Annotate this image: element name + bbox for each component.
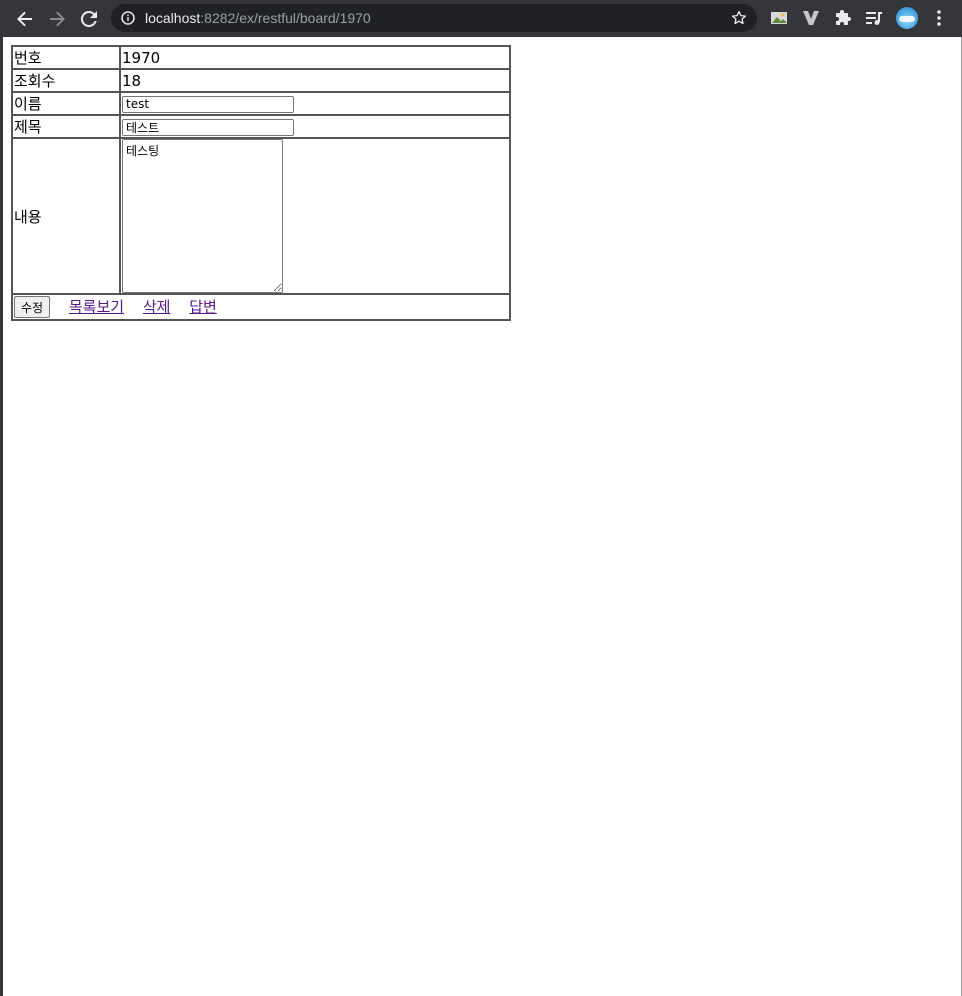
info-icon[interactable]	[121, 11, 135, 25]
content-textarea[interactable]: 테스팅	[122, 139, 283, 293]
title-input[interactable]	[122, 118, 294, 136]
delete-link[interactable]: 삭제	[143, 298, 171, 316]
hit-row: 조회수 18	[12, 69, 510, 92]
name-row: 이름	[12, 92, 510, 115]
hit-value: 18	[120, 69, 510, 92]
content-row: 내용 테스팅	[12, 138, 510, 294]
hit-label: 조회수	[12, 69, 120, 92]
list-link[interactable]: 목록보기	[69, 298, 124, 316]
num-label: 번호	[12, 46, 120, 69]
content-label: 내용	[12, 138, 120, 294]
modify-button[interactable]: 수정	[14, 296, 51, 318]
profile-avatar[interactable]	[896, 7, 918, 29]
reload-icon[interactable]	[76, 6, 102, 32]
title-row: 제목	[12, 115, 510, 138]
board-detail-table: 번호 1970 조회수 18 이름 제목 내용 테스팅 수정 목록보기 삭제 답…	[11, 45, 511, 321]
reply-link[interactable]: 답변	[189, 298, 217, 316]
image-extension-icon[interactable]	[770, 9, 788, 27]
more-vert-icon[interactable]	[930, 9, 948, 27]
v-extension-icon[interactable]	[802, 9, 820, 27]
window-left-border	[0, 37, 3, 996]
content-cell: 테스팅	[120, 138, 510, 294]
title-cell	[120, 115, 510, 138]
actions-cell: 수정 목록보기 삭제 답변	[12, 294, 510, 320]
puzzle-icon[interactable]	[834, 9, 852, 27]
name-label: 이름	[12, 92, 120, 115]
media-queue-icon[interactable]	[865, 9, 883, 27]
address-bar[interactable]: localhost:8282/ex/restful/board/1970	[111, 4, 757, 32]
name-cell	[120, 92, 510, 115]
url-text[interactable]: localhost:8282/ex/restful/board/1970	[145, 4, 371, 32]
num-value: 1970	[120, 46, 510, 69]
star-icon[interactable]	[731, 10, 747, 26]
title-label: 제목	[12, 115, 120, 138]
browser-toolbar: localhost:8282/ex/restful/board/1970	[0, 0, 962, 37]
forward-arrow-icon[interactable]	[44, 6, 70, 32]
back-arrow-icon[interactable]	[12, 6, 38, 32]
num-row: 번호 1970	[12, 46, 510, 69]
name-input[interactable]	[122, 95, 294, 113]
actions-row: 수정 목록보기 삭제 답변	[12, 294, 510, 320]
